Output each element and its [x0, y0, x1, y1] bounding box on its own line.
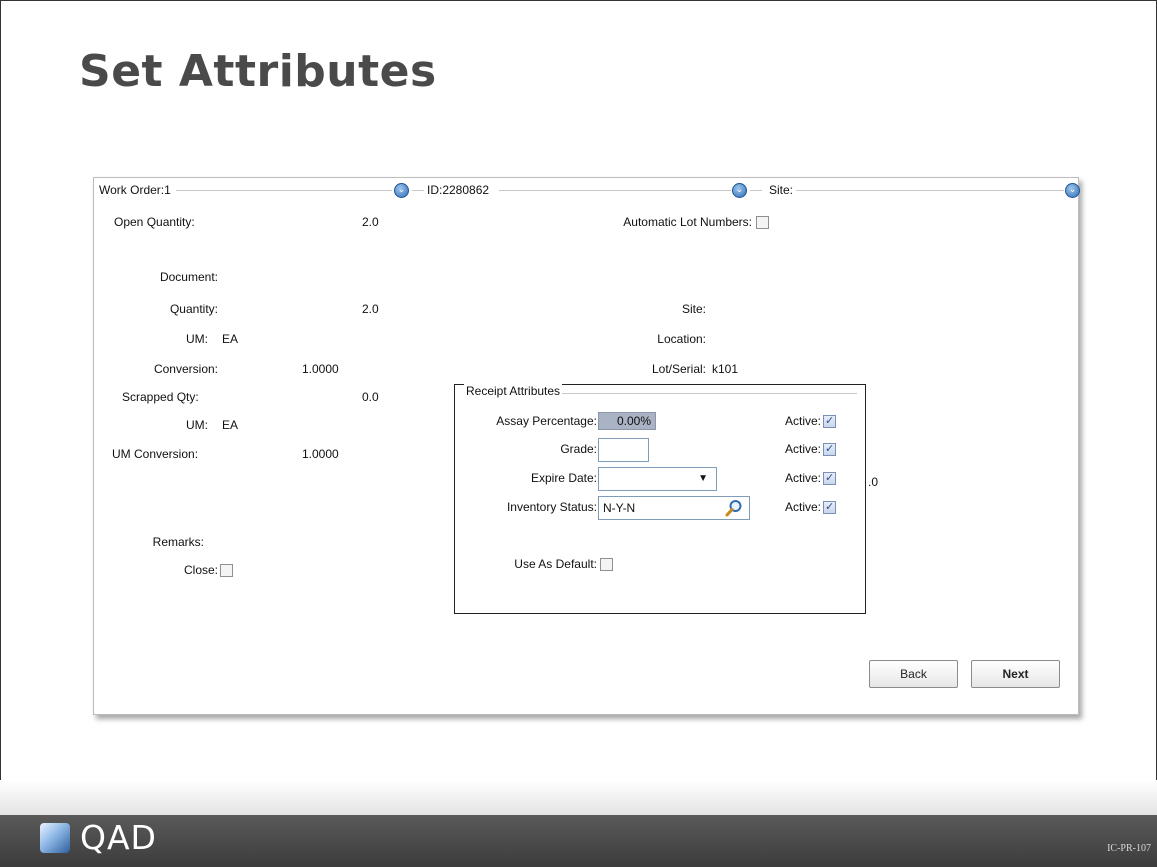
quantity-value: 2.0: [362, 302, 379, 316]
um-value: EA: [222, 332, 239, 346]
receipt-attributes-groupbox: Receipt Attributes Assay Percentage: 0.0…: [454, 384, 866, 614]
groupbox-divider: [555, 393, 857, 394]
expire-date-select[interactable]: ▼: [598, 467, 717, 491]
inventory-status-active-checkbox[interactable]: [823, 500, 836, 514]
inventory-status-active-label: Active:: [784, 500, 821, 514]
expire-date-label: Expire Date:: [530, 471, 597, 485]
inventory-status-value: N-Y-N: [603, 501, 636, 515]
um-label: UM:: [186, 332, 208, 346]
open-quantity-label: Open Quantity:: [114, 215, 195, 229]
grade-input[interactable]: [598, 438, 649, 462]
um2-label: UM:: [186, 418, 208, 432]
grade-active-label: Active:: [784, 442, 821, 456]
lot-serial-value: k101: [712, 362, 739, 376]
automatic-lot-numbers-label: Automatic Lot Numbers:: [623, 215, 752, 229]
scrapped-qty-value: 0.0: [362, 390, 379, 404]
slide-title: Set Attributes: [79, 46, 437, 97]
work-order-dropdown-icon[interactable]: ⌄: [394, 183, 409, 198]
receipt-attributes-title: Receipt Attributes: [464, 384, 563, 398]
um-conversion-value: 1.0000: [302, 447, 339, 461]
remarks-label: Remarks:: [152, 535, 204, 549]
grade-active-checkbox[interactable]: [823, 442, 836, 456]
assay-active-label: Active:: [784, 414, 821, 428]
inventory-status-label: Inventory Status:: [506, 500, 597, 514]
lot-serial-label: Lot/Serial:: [651, 362, 706, 376]
expire-active-checkbox[interactable]: [823, 471, 836, 485]
conversion-label: Conversion:: [153, 362, 218, 376]
document-label: Document:: [159, 270, 218, 284]
um2-value: EA: [222, 418, 239, 432]
quantity-label: Quantity:: [169, 302, 218, 316]
assay-percentage-label: Assay Percentage:: [496, 414, 597, 428]
dropdown-arrow-icon[interactable]: ▼: [698, 468, 708, 490]
site-header-label: Site:: [769, 183, 794, 197]
um-conversion-label: UM Conversion:: [112, 447, 199, 461]
id-dropdown-icon[interactable]: ⌄: [732, 183, 747, 198]
assay-active-checkbox[interactable]: [823, 414, 836, 428]
partial-value: .0: [868, 475, 879, 489]
use-as-default-label: Use As Default:: [514, 557, 597, 571]
slide-code: IC-PR-107: [1107, 843, 1151, 854]
assay-percentage-value: 0.00%: [598, 412, 656, 430]
close-checkbox[interactable]: [220, 564, 233, 577]
automatic-lot-numbers-checkbox[interactable]: [756, 216, 769, 229]
footer-gradient: [0, 780, 1157, 815]
id-field-label: ID:2280862: [427, 183, 490, 197]
inventory-status-input[interactable]: N-Y-N: [598, 496, 750, 520]
qad-logo-icon: [40, 823, 70, 853]
footer-bar: [0, 815, 1157, 867]
assay-percentage-field[interactable]: 0.00%: [598, 410, 670, 434]
site-label: Site:: [681, 302, 706, 316]
close-label: Close:: [183, 563, 218, 577]
open-quantity-value: 2.0: [362, 215, 379, 229]
next-button[interactable]: Next: [971, 660, 1060, 688]
id-divider: [499, 190, 731, 191]
work-order-divider: [176, 190, 392, 191]
site-divider: [796, 190, 1064, 191]
search-icon[interactable]: [725, 499, 743, 524]
site-dropdown-icon[interactable]: ⌄: [1065, 183, 1080, 198]
use-as-default-checkbox[interactable]: [600, 558, 613, 571]
site-divider-lead: [750, 190, 762, 191]
conversion-value: 1.0000: [302, 362, 339, 376]
back-button[interactable]: Back: [869, 660, 958, 688]
grade-label: Grade:: [560, 442, 597, 456]
work-order-field-label: Work Order:1: [99, 183, 171, 197]
qad-logo-text: QAD: [80, 818, 157, 857]
scrapped-qty-label: Scrapped Qty:: [122, 390, 199, 404]
location-label: Location:: [657, 332, 706, 346]
expire-active-label: Active:: [784, 471, 821, 485]
set-attributes-window: Work Order:1 ⌄ ID:2280862 ⌄ Site: ⌄ Open…: [93, 177, 1080, 715]
id-divider-lead: [412, 190, 424, 191]
